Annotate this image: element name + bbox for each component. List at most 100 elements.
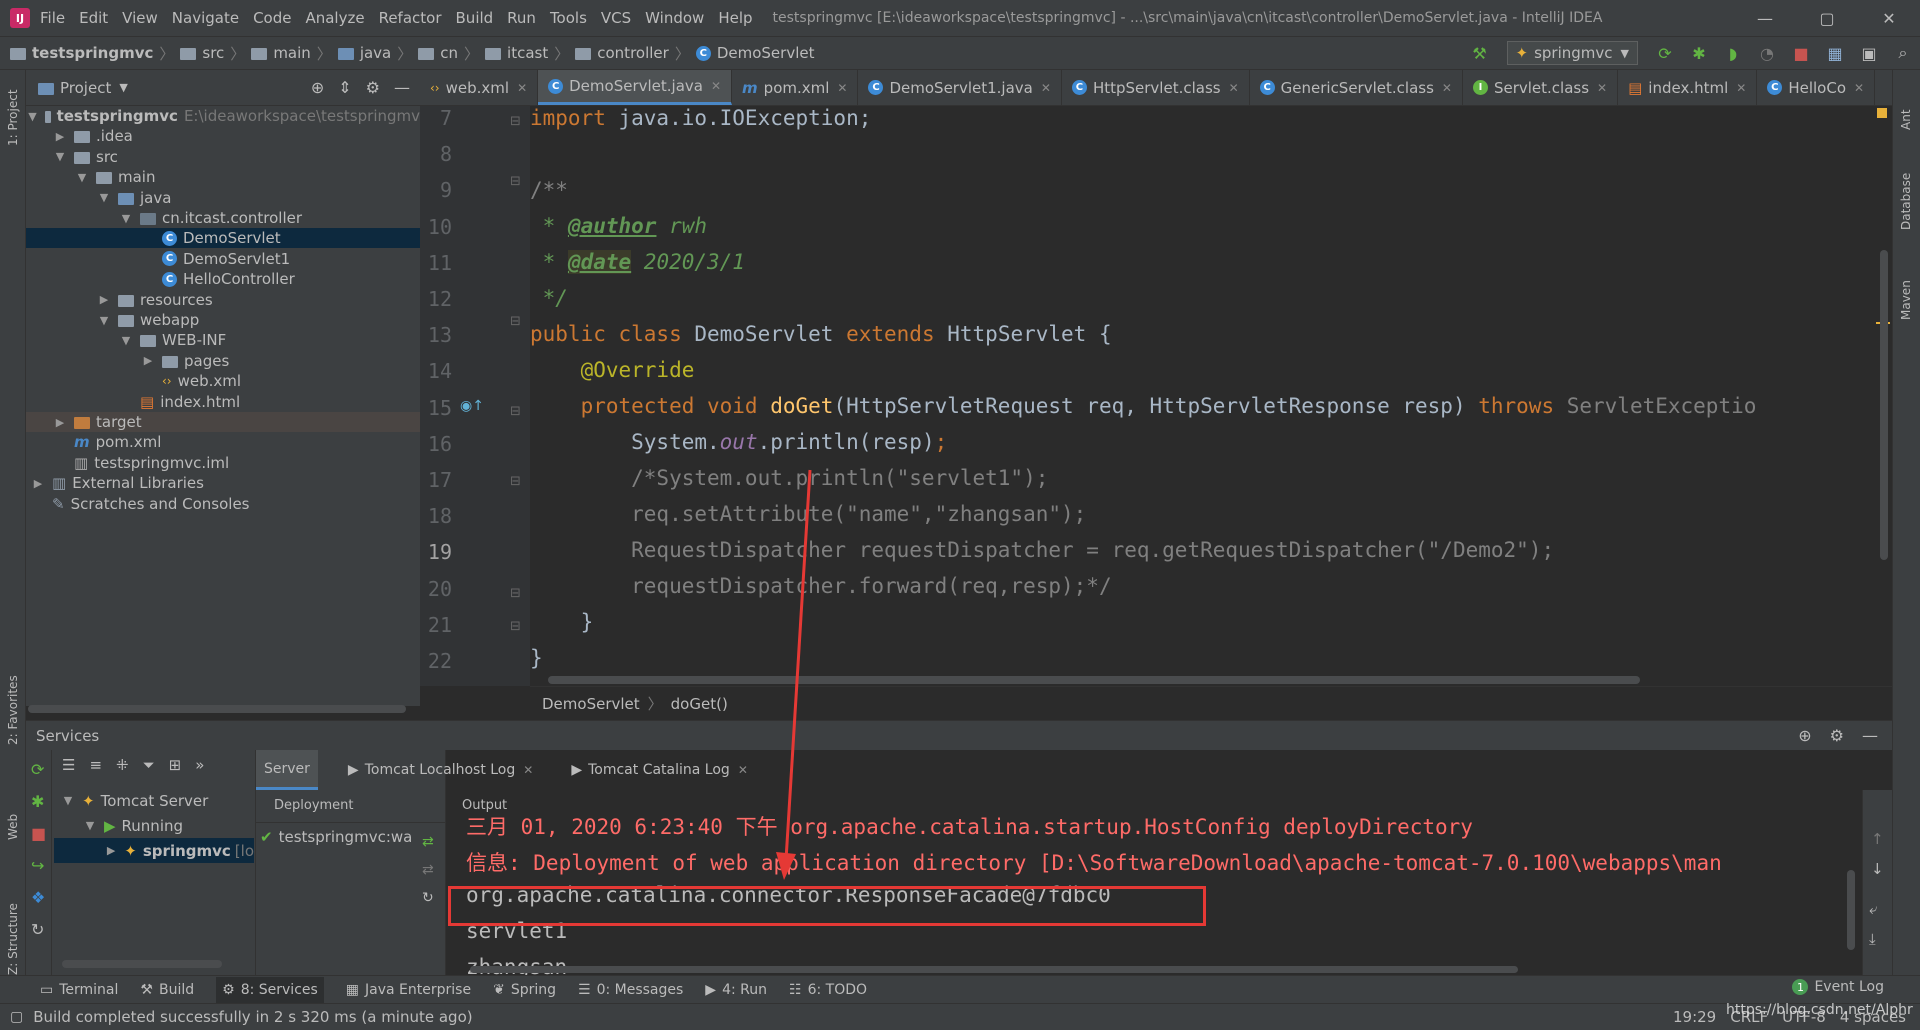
gear-icon[interactable]: ⚙ <box>1830 726 1844 745</box>
warning-marker-icon[interactable] <box>1877 108 1887 118</box>
project-tree-item[interactable]: ▼ main <box>26 167 420 187</box>
menu-vcs[interactable]: VCS <box>601 9 631 27</box>
close-icon[interactable]: ✕ <box>523 763 533 777</box>
breadcrumb-demoservlet[interactable]: C DemoServlet <box>695 44 814 62</box>
structure-tool-label[interactable]: Z: Structure <box>6 903 20 975</box>
expand-arrow-icon[interactable]: ▶ <box>54 416 66 429</box>
project-tree-item[interactable]: ▶ ▥ External Libraries <box>26 473 420 493</box>
tool-window-button[interactable]: ⚒ Build <box>140 982 194 998</box>
collapse-all-icon[interactable]: ≡ <box>89 756 102 774</box>
project-tree-item[interactable]: C DemoServlet <box>26 228 420 249</box>
project-tool-label[interactable]: 1: Project <box>6 89 20 146</box>
status-toggle-icon[interactable]: ▢ <box>10 1009 23 1025</box>
menu-edit[interactable]: Edit <box>79 9 108 27</box>
tool-window-button[interactable]: ☰ 0: Messages <box>578 982 683 998</box>
tool-window-button[interactable]: ▶ 4: Run <box>705 982 767 998</box>
breadcrumb-main[interactable]: main 〉 <box>251 43 332 64</box>
breadcrumb-src[interactable]: src 〉 <box>180 43 245 64</box>
tool-window-button[interactable]: ▦ Java Enterprise <box>346 982 471 998</box>
editor-tab[interactable]: C DemoServlet1.java ✕ <box>858 70 1062 105</box>
project-tree-item[interactable]: ▶ pages <box>26 351 420 371</box>
web-tool-label[interactable]: Web <box>6 814 20 840</box>
close-tab-icon[interactable]: ✕ <box>1041 81 1051 95</box>
project-tree-item[interactable]: ▼ cn.itcast.controller <box>26 208 420 228</box>
project-tree-item[interactable]: C DemoServlet1 <box>26 249 420 269</box>
fold-marker-icon[interactable]: ⊟ <box>510 474 521 489</box>
close-window-button[interactable]: ✕ <box>1858 0 1920 36</box>
menu-file[interactable]: File <box>40 9 65 27</box>
expand-arrow-icon[interactable]: ▶ <box>98 293 110 306</box>
fold-marker-icon[interactable]: ⊟ <box>510 404 521 419</box>
editor-tab[interactable]: C HttpServlet.class ✕ <box>1062 70 1250 105</box>
menu-refactor[interactable]: Refactor <box>379 9 442 27</box>
rerun-icon[interactable]: ⟳ <box>1651 44 1679 63</box>
deploy-icon[interactable]: ↪ <box>31 856 44 875</box>
project-tree-item[interactable]: ▼ WEB-INF <box>26 330 420 350</box>
fold-marker-icon[interactable]: ⊟ <box>510 619 521 634</box>
chevron-down-icon[interactable]: ▼ <box>119 81 127 94</box>
deployment-item[interactable]: ✔ testspringmvc:wa <box>260 828 420 846</box>
target-icon[interactable]: ⊕ <box>1798 726 1811 745</box>
project-scrollbar[interactable] <box>28 705 406 713</box>
hide-panel-icon[interactable]: — <box>1862 726 1878 745</box>
override-marker-icon[interactable]: ◉↑ <box>460 398 484 414</box>
layout-icon[interactable]: ▣ <box>1855 44 1883 63</box>
breadcrumb-controller[interactable]: controller 〉 <box>575 43 690 64</box>
caret-position[interactable]: 19:29 <box>1673 1008 1716 1026</box>
event-log-button[interactable]: 1 Event Log <box>1792 979 1884 995</box>
code-editor[interactable]: import java.io.IOException; /** * @autho… <box>530 106 1890 686</box>
close-tab-icon[interactable]: ✕ <box>517 81 527 95</box>
editor-tab[interactable]: I Servlet.class ✕ <box>1463 70 1619 105</box>
project-tree-item[interactable]: ▼ testspringmvc E:\ideaworkspace\testspri… <box>26 106 420 126</box>
profile-icon[interactable]: ◔ <box>1753 44 1781 63</box>
favorites-tool-label[interactable]: 2: Favorites <box>6 675 20 745</box>
expand-arrow-icon[interactable]: ▶ <box>32 477 44 490</box>
service-tomcat-server[interactable]: ▼ ✦ Tomcat Server <box>54 788 254 813</box>
scroll-down-icon[interactable]: ↓ <box>1871 860 1884 878</box>
editor-tab[interactable]: C DemoServlet.java ✕ <box>538 70 733 105</box>
tool-window-button[interactable]: ▭ Terminal <box>40 982 118 998</box>
close-tab-icon[interactable]: ✕ <box>837 81 847 95</box>
more-icon[interactable]: » <box>195 756 204 774</box>
service-springmvc[interactable]: ▶ ✦ springmvc [lo <box>54 838 254 863</box>
refresh-icon[interactable]: ↻ <box>31 920 44 939</box>
editor-tab[interactable]: ‹› web.xml ✕ <box>420 70 539 105</box>
menu-window[interactable]: Window <box>645 9 704 27</box>
tool-window-button[interactable]: ❦ Spring <box>493 982 556 998</box>
editor-tab[interactable]: ▤ index.html ✕ <box>1618 70 1758 105</box>
deploy-icon[interactable]: ⇄ <box>422 834 434 850</box>
expand-arrow-icon[interactable]: ▼ <box>98 314 110 327</box>
build-hammer-icon[interactable]: ⚒ <box>1466 44 1494 63</box>
project-tree-item[interactable]: ▥ testspringmvc.iml <box>26 453 420 473</box>
refresh-icon[interactable]: ↻ <box>422 890 434 906</box>
expand-arrow-icon[interactable]: ▼ <box>98 191 110 204</box>
stop-icon[interactable]: ■ <box>1787 44 1815 63</box>
menu-navigate[interactable]: Navigate <box>172 9 239 27</box>
project-tree-item[interactable]: ▶ target <box>26 412 420 432</box>
project-tree-item[interactable]: ✎ Scratches and Consoles <box>26 494 420 514</box>
scroll-up-icon[interactable]: ↑ <box>1871 830 1884 848</box>
breadcrumb-itcast[interactable]: itcast 〉 <box>485 43 569 64</box>
scroll-to-end-icon[interactable]: ⤓ <box>1869 930 1876 948</box>
maximize-button[interactable]: ▢ <box>1796 0 1858 36</box>
console-horizontal-scrollbar[interactable] <box>470 966 1518 973</box>
ant-tool-label[interactable]: Ant <box>1899 109 1913 130</box>
menu-run[interactable]: Run <box>507 9 536 27</box>
maven-tool-label[interactable]: Maven <box>1899 280 1913 320</box>
hide-panel-icon[interactable]: — <box>394 78 410 97</box>
project-tree-item[interactable]: C HelloController <box>26 269 420 289</box>
editor-horizontal-scrollbar[interactable] <box>548 676 1640 684</box>
editor-vertical-scrollbar[interactable] <box>1880 250 1888 560</box>
group-icon[interactable]: ⁜ <box>116 756 129 774</box>
filter-icon[interactable]: ⏷ <box>143 756 155 774</box>
project-tree-item[interactable]: ▶ resources <box>26 290 420 310</box>
fold-marker-icon[interactable]: ⊟ <box>510 174 521 189</box>
close-tab-icon[interactable]: ✕ <box>1229 81 1239 95</box>
soft-wrap-icon[interactable]: ⤶ <box>1869 900 1877 918</box>
menu-analyze[interactable]: Analyze <box>305 9 364 27</box>
project-tree-item[interactable]: ▼ webapp <box>26 310 420 330</box>
expand-arrow-icon[interactable]: ▼ <box>54 150 66 163</box>
editor-tab[interactable]: C GenericServlet.class ✕ <box>1250 70 1463 105</box>
crumb-class[interactable]: DemoServlet <box>542 695 640 713</box>
gear-icon[interactable]: ⚙ <box>366 78 380 97</box>
